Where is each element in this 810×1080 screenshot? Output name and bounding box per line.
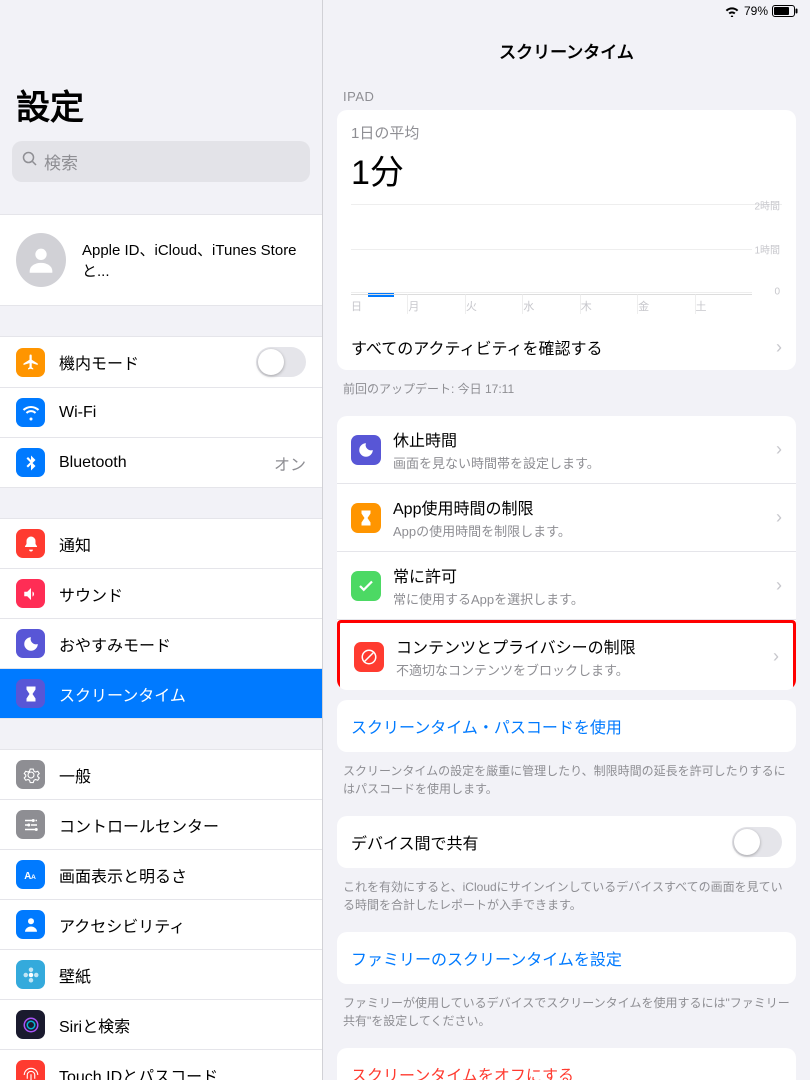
option-hourglass[interactable]: App使用時間の制限 Appの使用時間を制限します。 › xyxy=(337,484,796,552)
chevron-right-icon: › xyxy=(776,337,782,358)
chevron-right-icon: › xyxy=(776,439,782,460)
sidebar-item-label: おやすみモード xyxy=(59,632,171,656)
last-update: 前回のアップデート: 今日 17:11 xyxy=(323,380,810,416)
turn-off-link[interactable]: スクリーンタイムをオフにする xyxy=(337,1048,796,1080)
daily-avg-value: 1分 xyxy=(351,145,782,194)
option-subtitle: 常に使用するAppを選択します。 xyxy=(393,589,584,608)
chevron-right-icon: › xyxy=(776,507,782,528)
chevron-right-icon: › xyxy=(773,646,779,667)
wifi-icon xyxy=(724,5,740,17)
svg-text:A: A xyxy=(24,870,31,881)
sidebar-item-wifi[interactable]: Wi-Fi xyxy=(0,388,322,438)
sliders-icon xyxy=(16,810,45,839)
sidebar-item-label: 通知 xyxy=(59,532,91,556)
sidebar-item-label: サウンド xyxy=(59,582,123,606)
sidebar-item-aa[interactable]: AA 画面表示と明るさ xyxy=(0,850,322,900)
battery-icon xyxy=(772,5,798,17)
sidebar-item-label: 一般 xyxy=(59,763,91,787)
option-title: 休止時間 xyxy=(393,427,600,451)
bell-icon xyxy=(16,529,45,558)
airplane-icon xyxy=(16,348,45,377)
battery-percent: 79% xyxy=(744,4,768,18)
options-card: 休止時間画面を見ない時間帯を設定します。 › App使用時間の制限 Appの使用時間を… xyxy=(337,416,796,690)
svg-text:A: A xyxy=(31,873,36,880)
option-title: App使用時間の制限 xyxy=(393,495,571,519)
settings-sidebar: 設定 検索 Apple ID、iCloud、iTunes Storeと... 機… xyxy=(0,0,323,1080)
settings-title: 設定 xyxy=(0,0,322,141)
moon-icon xyxy=(16,629,45,658)
sidebar-item-label: スクリーンタイム xyxy=(59,682,186,706)
hourglass-icon xyxy=(16,679,45,708)
see-all-activity[interactable]: すべてのアクティビティを確認する › xyxy=(337,324,796,370)
sidebar-item-flower[interactable]: 壁紙 xyxy=(0,950,322,1000)
share-note: これを有効にすると、iCloudにサインインしているデバイスすべての画面を見てい… xyxy=(323,878,810,932)
sidebar-item-label: 画面表示と明るさ xyxy=(59,863,187,887)
sidebar-item-label: Wi-Fi xyxy=(59,404,96,422)
search-input[interactable]: 検索 xyxy=(12,141,310,182)
gear-icon xyxy=(16,760,45,789)
speaker-icon xyxy=(16,579,45,608)
sidebar-item-label: コントロールセンター xyxy=(59,813,219,837)
family-card: ファミリーのスクリーンタイムを設定 xyxy=(337,932,796,984)
sidebar-item-speaker[interactable]: サウンド xyxy=(0,569,322,619)
option-nosign[interactable]: コンテンツとプライバシーの制限不適切なコンテンツをブロックします。 › xyxy=(337,620,796,690)
option-moon[interactable]: 休止時間画面を見ない時間帯を設定します。 › xyxy=(337,416,796,484)
hourglass-icon xyxy=(351,503,381,533)
option-subtitle: 不適切なコンテンツをブロックします。 xyxy=(396,660,636,679)
sidebar-item-label: Siriと検索 xyxy=(59,1013,130,1037)
moon-icon xyxy=(351,435,381,465)
family-note: ファミリーが使用しているデバイスでスクリーンタイムを使用するには"ファミリー共有… xyxy=(323,994,810,1048)
option-title: 常に許可 xyxy=(393,563,584,587)
sidebar-item-sliders[interactable]: コントロールセンター xyxy=(0,800,322,850)
sidebar-item-moon[interactable]: おやすみモード xyxy=(0,619,322,669)
passcode-note: スクリーンタイムの設定を厳重に管理したり、制限時間の延長を許可したりするにはパス… xyxy=(323,762,810,816)
avatar xyxy=(16,233,66,287)
sidebar-item-label: 機内モード xyxy=(59,350,139,374)
siri-icon xyxy=(16,1010,45,1039)
row-value: オン xyxy=(274,451,306,475)
share-across-devices[interactable]: デバイス間で共有 xyxy=(337,816,796,868)
check-icon xyxy=(351,571,381,601)
main-content: 79% スクリーンタイム IPAD 1日の平均 1分 2時間 1時間 0 日月火… xyxy=(323,0,810,1080)
use-passcode-link[interactable]: スクリーンタイム・パスコードを使用 xyxy=(337,700,796,752)
usage-chart: 2時間 1時間 0 日月火水木金土 xyxy=(351,204,782,314)
wifi-icon xyxy=(16,398,45,427)
section-label: IPAD xyxy=(323,81,810,110)
option-title: コンテンツとプライバシーの制限 xyxy=(396,634,636,658)
option-check[interactable]: 常に許可常に使用するAppを選択します。 › xyxy=(337,552,796,620)
chevron-right-icon: › xyxy=(776,575,782,596)
option-subtitle: 画面を見ない時間帯を設定します。 xyxy=(393,453,600,472)
sidebar-item-person[interactable]: アクセシビリティ xyxy=(0,900,322,950)
option-subtitle: Appの使用時間を制限します。 xyxy=(393,521,571,540)
share-toggle[interactable] xyxy=(732,827,782,857)
aa-icon: AA xyxy=(16,860,45,889)
toggle[interactable] xyxy=(256,347,306,377)
apple-id-row[interactable]: Apple ID、iCloud、iTunes Storeと... xyxy=(0,214,322,306)
nosign-icon xyxy=(354,642,384,672)
turnoff-card: スクリーンタイムをオフにする xyxy=(337,1048,796,1080)
sidebar-item-label: アクセシビリティ xyxy=(59,913,185,937)
sidebar-item-bell[interactable]: 通知 xyxy=(0,518,322,569)
sidebar-item-label: 壁紙 xyxy=(59,963,91,987)
daily-avg-label: 1日の平均 xyxy=(351,122,782,143)
sidebar-item-gear[interactable]: 一般 xyxy=(0,749,322,800)
flower-icon xyxy=(16,960,45,989)
sidebar-item-hourglass[interactable]: スクリーンタイム xyxy=(0,669,322,719)
person-icon xyxy=(16,910,45,939)
usage-card: 1日の平均 1分 2時間 1時間 0 日月火水木金土 すべてのアクティビティを確… xyxy=(337,110,796,370)
sidebar-item-touchid[interactable]: Touch IDとパスコード xyxy=(0,1050,322,1080)
sidebar-item-label: Touch IDとパスコード xyxy=(59,1063,218,1080)
sidebar-item-siri[interactable]: Siriと検索 xyxy=(0,1000,322,1050)
sidebar-item-airplane[interactable]: 機内モード xyxy=(0,336,322,388)
share-card: デバイス間で共有 xyxy=(337,816,796,868)
touchid-icon xyxy=(16,1060,45,1080)
search-icon xyxy=(22,151,38,172)
family-screentime-link[interactable]: ファミリーのスクリーンタイムを設定 xyxy=(337,932,796,984)
sidebar-item-label: Bluetooth xyxy=(59,454,127,472)
sidebar-item-bluetooth[interactable]: Bluetooth オン xyxy=(0,438,322,488)
status-bar: 79% xyxy=(724,0,798,22)
bluetooth-icon xyxy=(16,448,45,477)
passcode-card: スクリーンタイム・パスコードを使用 xyxy=(337,700,796,752)
